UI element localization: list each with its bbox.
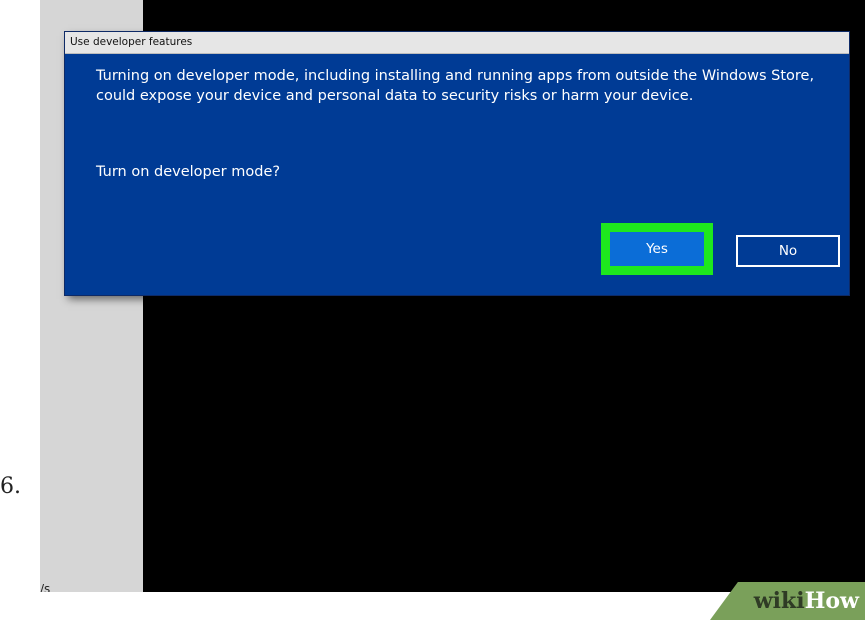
dialog-message: Turning on developer mode, including ins… bbox=[96, 68, 815, 104]
no-button[interactable]: No bbox=[736, 235, 840, 267]
step-number: 6. bbox=[0, 474, 21, 499]
screenshot-frame: /s Use developer features Turning on dev… bbox=[40, 0, 865, 620]
dialog-titlebar: Use developer features bbox=[65, 32, 849, 54]
yes-button[interactable]: Yes bbox=[610, 232, 704, 266]
watermark-wiki-text: wiki bbox=[753, 588, 805, 614]
dialog-question: Turn on developer mode? bbox=[96, 164, 281, 180]
dialog-title: Use developer features bbox=[70, 36, 193, 48]
developer-features-dialog: Use developer features Turning on develo… bbox=[65, 32, 849, 295]
watermark-how-text: How bbox=[804, 588, 859, 614]
